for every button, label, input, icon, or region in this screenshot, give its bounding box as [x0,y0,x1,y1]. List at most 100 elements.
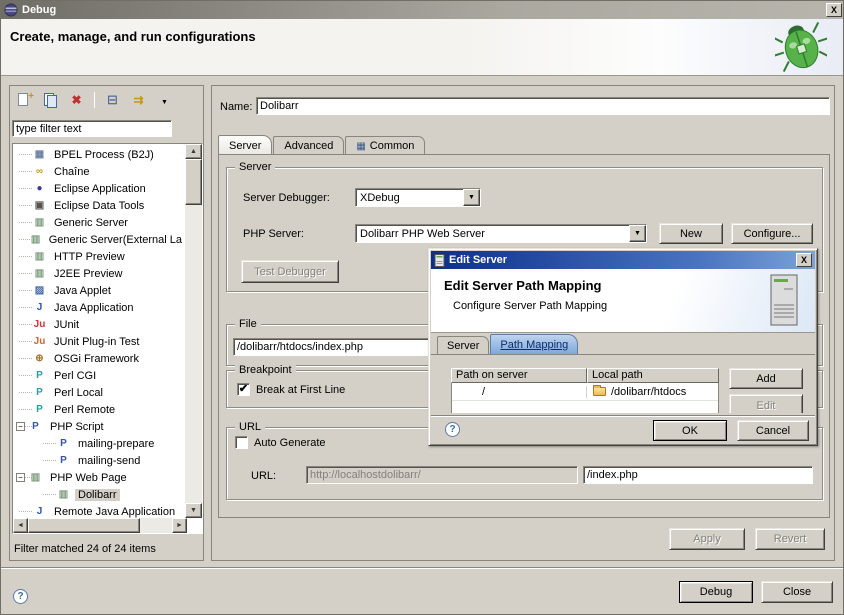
eclipse-logo-icon [4,3,18,17]
server-icon: ▥ [32,268,47,279]
debug-bug-icon [775,19,827,73]
tab-common[interactable]: ▦Common [345,136,425,155]
duplicate-config-icon[interactable] [42,92,59,108]
tree-item-label: Remote Java Application [51,506,178,518]
tree-item-junit-plug-in-test[interactable]: Ju JUnit Plug-in Test [13,333,185,350]
name-label: Name: [220,101,252,113]
horizontal-scroll-thumb[interactable] [28,518,140,533]
tree-item-junit[interactable]: JuJUnit [13,316,185,333]
revert-button[interactable]: Revert [755,528,825,550]
tree-item-label: PHP Web Page [47,472,130,484]
tree-item-generic-server-external-la[interactable]: ▥Generic Server(External La [13,231,185,248]
table-icon: ▦ [356,141,365,152]
tree-item-php-script[interactable]: −PPHP Script [13,418,185,435]
collapse-all-icon[interactable]: ⊟ [104,92,121,108]
dialog-heading: Edit Server Path Mapping [444,278,601,293]
tree-item-label: PHP Script [47,421,107,433]
new-config-icon[interactable]: + [16,92,33,108]
delete-config-icon[interactable]: ✖ [68,92,85,108]
collapse-expander-icon[interactable]: − [16,422,25,431]
configure-server-button[interactable]: Configure... [731,223,813,244]
tree-item-label: Perl Remote [51,404,118,416]
header-banner: Create, manage, and run configurations [1,19,844,76]
scroll-left-icon[interactable]: ◄ [13,518,28,533]
edit-mapping-button[interactable]: Edit [729,394,803,415]
debug-configurations-window: Debug X Create, manage, and run configur… [0,0,844,615]
tree-item-mailing-send[interactable]: Pmailing-send [13,452,185,469]
server-debugger-select[interactable]: XDebug ▼ [355,188,481,207]
dialog-close-button[interactable]: X [796,253,812,267]
column-header-local-path[interactable]: Local path [587,368,719,383]
server-icon: ▥ [32,251,47,262]
tree-item-eclipse-application[interactable]: ●Eclipse Application [13,180,185,197]
column-header-path-on-server[interactable]: Path on server [451,368,587,383]
config-tree: ▦BPEL Process (B2J)∞Chaîne●Eclipse Appli… [13,146,185,518]
tree-item-cha-ne[interactable]: ∞Chaîne [13,163,185,180]
new-server-button[interactable]: New [659,223,723,244]
tree-item-php-web-page[interactable]: −▥PHP Web Page [13,469,185,486]
cancel-button[interactable]: Cancel [737,420,809,441]
tree-vertical-scrollbar[interactable]: ▲ ▼ [185,144,202,518]
tree-item-j2ee-preview[interactable]: ▥J2EE Preview [13,265,185,282]
vertical-scroll-thumb[interactable] [185,159,202,205]
tree-item-java-application[interactable]: JJava Application [13,299,185,316]
tree-item-perl-local[interactable]: PPerl Local [13,384,185,401]
dialog-help-icon[interactable]: ? [445,422,460,437]
help-icon[interactable]: ? [13,589,28,604]
url-path-input[interactable] [583,466,813,484]
dialog-tab-server[interactable]: Server [437,336,489,354]
tree-item-label: Java Application [51,302,137,314]
break-first-line-checkbox[interactable]: ✔ [237,383,250,396]
tree-item-label: mailing-prepare [75,438,157,450]
tree-item-remote-java-application[interactable]: JRemote Java Application [13,503,185,518]
tree-item-perl-remote[interactable]: P Perl Remote [13,401,185,418]
window-titlebar: Debug X [1,1,844,19]
banner-message: Create, manage, and run configurations [10,29,256,44]
scroll-right-icon[interactable]: ► [172,518,187,533]
tree-item-osgi-framework[interactable]: ⊕OSGi Framework [13,350,185,367]
break-first-line-label: Break at First Line [256,384,345,396]
tree-item-dolibarr[interactable]: ▥Dolibarr [13,486,185,503]
perl-icon: P [32,404,47,415]
junit-plugin-icon: Ju [32,336,47,347]
test-debugger-button[interactable]: Test Debugger [241,260,339,283]
tree-item-perl-cgi[interactable]: PPerl CGI [13,367,185,384]
dialog-tab-path-mapping[interactable]: Path Mapping [490,334,578,354]
tree-horizontal-scrollbar[interactable]: ◄ ► [13,518,187,533]
name-input[interactable] [256,97,830,115]
tree-item-label: JUnit Plug-in Test [51,336,142,348]
menu-caret-icon[interactable]: ▼ [156,92,173,108]
chevron-down-icon[interactable]: ▼ [463,189,480,206]
path-mapping-pane: Path on server Local path / /dolibarr/ht… [431,354,815,415]
url-group-label: URL [235,421,265,433]
apply-button[interactable]: Apply [669,528,745,550]
add-mapping-button[interactable]: Add [729,368,803,389]
php-server-label: PHP Server: [243,228,304,240]
debug-button[interactable]: Debug [679,581,753,603]
tab-server[interactable]: Server [218,135,272,155]
php-server-select[interactable]: Dolibarr PHP Web Server ▼ [355,224,647,243]
table-row[interactable]: / /dolibarr/htdocs [452,383,718,401]
scroll-up-icon[interactable]: ▲ [185,144,202,159]
tree-item-label: Dolibarr [75,489,120,501]
perl-icon: P [32,387,47,398]
tree-item-label: Perl CGI [51,370,99,382]
tree-item-generic-server[interactable]: ▥Generic Server [13,214,185,231]
tree-item-mailing-prepare[interactable]: Pmailing-prepare [13,435,185,452]
url-base-input [306,466,578,484]
filter-config-icon[interactable]: ⇉ [130,92,147,108]
auto-generate-checkbox[interactable] [235,436,248,449]
tree-item-java-applet[interactable]: ▨Java Applet [13,282,185,299]
scroll-down-icon[interactable]: ▼ [185,503,202,518]
chevron-down-icon[interactable]: ▼ [629,225,646,242]
window-close-button[interactable]: X [826,3,842,17]
tree-item-eclipse-data-tools[interactable]: ▣Eclipse Data Tools [13,197,185,214]
ok-button[interactable]: OK [653,420,727,441]
collapse-expander-icon[interactable]: − [16,473,25,482]
tree-item-http-preview[interactable]: ▥ HTTP Preview [13,248,185,265]
tree-item-label: HTTP Preview [51,251,128,263]
tab-advanced[interactable]: Advanced [273,136,344,155]
filter-input[interactable] [12,120,172,137]
tree-item-bpel-process-b2j-[interactable]: ▦BPEL Process (B2J) [13,146,185,163]
close-button[interactable]: Close [761,581,833,603]
